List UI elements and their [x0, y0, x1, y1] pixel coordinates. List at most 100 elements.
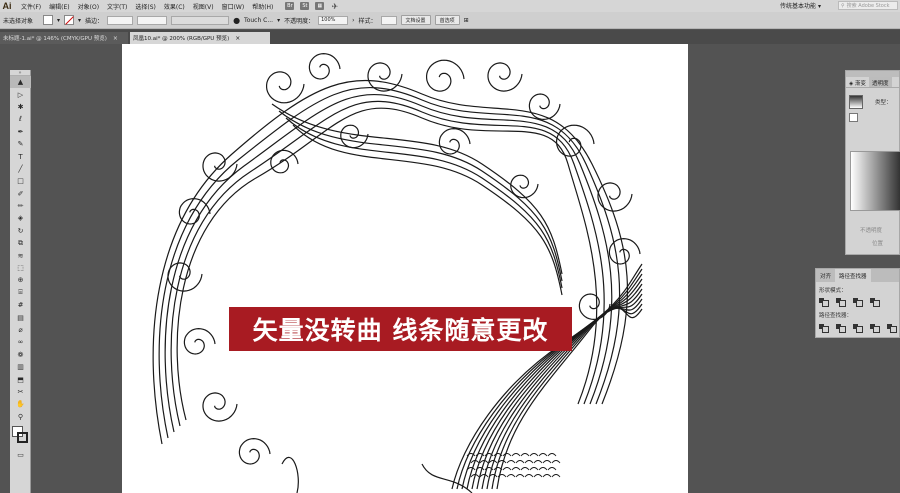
menu-item-0[interactable]: 文件(F) — [21, 2, 41, 11]
paintbrush-tool[interactable]: ✐ — [10, 188, 31, 200]
stock-icon[interactable]: St — [300, 2, 310, 10]
stroke-color[interactable] — [17, 431, 28, 443]
chevron-down-icon[interactable]: ▾ — [57, 17, 60, 24]
menu-item-5[interactable]: 效果(C) — [164, 2, 185, 11]
perspective-grid-tool[interactable]: ⌸ — [10, 287, 31, 299]
merge-icon[interactable] — [853, 324, 863, 333]
align-icon[interactable]: ⊞ — [464, 17, 469, 24]
document-setup-button[interactable]: 文档设置 — [400, 15, 431, 25]
type-tool[interactable]: T — [10, 150, 31, 162]
exclude-icon[interactable] — [870, 298, 880, 307]
menu-item-6[interactable]: 视图(V) — [193, 2, 214, 11]
warp-tool[interactable]: ≋ — [10, 249, 31, 261]
color-mode-icon[interactable]: ▭ — [10, 449, 31, 461]
trim-icon[interactable] — [836, 324, 846, 333]
chevron-down-icon[interactable]: ▾ — [277, 17, 280, 24]
phoenix-line-art — [152, 52, 643, 493]
workspace-switcher[interactable]: 传统基本功能 ▾ — [780, 1, 821, 10]
lasso-tool[interactable]: ℓ — [10, 113, 31, 125]
gradient-swatch[interactable] — [849, 95, 863, 109]
shaper-tool[interactable]: ✏ — [10, 200, 31, 212]
art-stroke — [533, 460, 543, 464]
art-stroke — [271, 103, 563, 275]
menu-item-8[interactable]: 帮助(H) — [252, 2, 273, 11]
brush-definition-select[interactable] — [171, 15, 230, 25]
promo-banner: 矢量没转曲 线条随意更改 — [229, 307, 572, 351]
art-stroke — [529, 453, 539, 457]
menu-item-3[interactable]: 文字(T) — [107, 2, 127, 11]
art-stroke — [238, 437, 271, 465]
chevron-right-icon[interactable]: › — [352, 17, 354, 24]
eraser-tool[interactable]: ◈ — [10, 212, 31, 224]
tab-phoenix[interactable]: 凤凰10.ai* @ 200% (RGB/GPU 预览) × — [130, 32, 270, 44]
rectangle-tool[interactable]: □ — [10, 175, 31, 187]
outline-icon[interactable] — [887, 324, 897, 333]
tab-gradient[interactable]: ◈ 渐变 — [846, 77, 869, 87]
preferences-button[interactable]: 首选项 — [434, 15, 460, 25]
close-icon[interactable]: × — [113, 35, 118, 42]
menu-bar: Ai 文件(F) 编辑(E) 对象(O) 文字(T) 选择(S) 效果(C) 视图(V) 窗口… — [0, 0, 900, 12]
stroke-weight-input[interactable] — [107, 15, 134, 25]
grid-icon[interactable]: ▦ — [315, 2, 325, 10]
selection-status: 未选择对象 — [3, 17, 34, 25]
chevron-down-icon[interactable]: ▾ — [78, 17, 81, 24]
brush-name[interactable]: Touch C... — [244, 17, 273, 24]
menu-items: 文件(F) 编辑(E) 对象(O) 文字(T) 选择(S) 效果(C) 视图(V) 窗口(W)… — [13, 2, 273, 11]
document-tabs: 未标题-1.ai* @ 146% (CMYK/GPU 预览) × 凤凰10.ai… — [0, 30, 900, 44]
minus-front-icon[interactable] — [836, 298, 846, 307]
gpu-performance-icon[interactable]: ✈ — [330, 2, 339, 11]
tab-align[interactable]: 对齐 — [816, 269, 835, 282]
style-select[interactable] — [380, 15, 397, 25]
artboard[interactable]: 矢量没转曲 线条随意更改 — [122, 44, 688, 493]
bridge-icon[interactable]: Br — [285, 2, 295, 10]
art-stroke — [542, 474, 552, 478]
direct-selection-tool[interactable]: ▷ — [10, 88, 31, 100]
divide-icon[interactable] — [819, 324, 829, 333]
symbol-sprayer-tool[interactable]: ❁ — [10, 349, 31, 361]
curvature-tool[interactable]: ✎ — [10, 138, 31, 150]
opacity-input[interactable]: 100% — [318, 15, 349, 25]
crop-icon[interactable] — [870, 324, 880, 333]
stock-search[interactable]: ⚲ 搜索 Adobe Stock — [838, 1, 898, 10]
blend-tool[interactable]: ∞ — [10, 336, 31, 348]
gradient-tool[interactable]: ▤ — [10, 311, 31, 323]
art-stroke — [158, 87, 621, 439]
free-transform-tool[interactable]: ⬚ — [10, 262, 31, 274]
tab-pathfinder[interactable]: 路径查找器 — [835, 269, 871, 282]
menu-item-4[interactable]: 选择(S) — [135, 2, 156, 11]
line-tool[interactable]: ╱ — [10, 163, 31, 175]
stroke-swatch[interactable] — [64, 15, 75, 25]
eyedropper-tool[interactable]: ⌀ — [10, 324, 31, 336]
art-stroke — [511, 467, 521, 471]
pen-tool[interactable]: ✒ — [10, 126, 31, 138]
fill-stroke-widget[interactable] — [10, 423, 30, 449]
shape-builder-tool[interactable]: ⊕ — [10, 274, 31, 286]
mesh-tool[interactable]: # — [10, 299, 31, 311]
zoom-tool[interactable]: ⚲ — [10, 411, 31, 423]
magic-wand-tool[interactable]: ✱ — [10, 101, 31, 113]
close-icon[interactable]: × — [235, 35, 240, 42]
fill-swatch[interactable] — [43, 15, 54, 25]
tab-untitled-1[interactable]: 未标题-1.ai* @ 146% (CMYK/GPU 预览) × — [0, 32, 128, 44]
menu-item-1[interactable]: 编辑(E) — [49, 2, 69, 11]
intersect-icon[interactable] — [853, 298, 863, 307]
rotate-tool[interactable]: ↻ — [10, 225, 31, 237]
column-graph-tool[interactable]: ▥ — [10, 361, 31, 373]
variable-width-select[interactable] — [137, 15, 168, 25]
menu-item-7[interactable]: 窗口(W) — [222, 2, 245, 11]
artboard-tool[interactable]: ⬒ — [10, 373, 31, 385]
selection-tool[interactable]: ▲ — [10, 76, 31, 89]
pathfinders-label: 路径查找器： — [819, 313, 853, 319]
art-stroke — [547, 467, 557, 471]
slice-tool[interactable]: ✂ — [10, 386, 31, 398]
unite-icon[interactable] — [819, 298, 829, 307]
hand-tool[interactable]: ✋ — [10, 398, 31, 410]
menu-item-2[interactable]: 对象(O) — [78, 2, 99, 11]
tab-transparency[interactable]: 透明度 — [869, 77, 892, 87]
scale-tool[interactable]: ⧉ — [10, 237, 31, 249]
gradient-preview[interactable] — [850, 151, 900, 211]
stroke-mini-swatch[interactable] — [849, 113, 858, 122]
shape-modes-label: 形状模式： — [819, 288, 847, 294]
gradient-icon: ◈ — [849, 81, 854, 87]
gradient-position-label: 位置 — [872, 241, 884, 247]
